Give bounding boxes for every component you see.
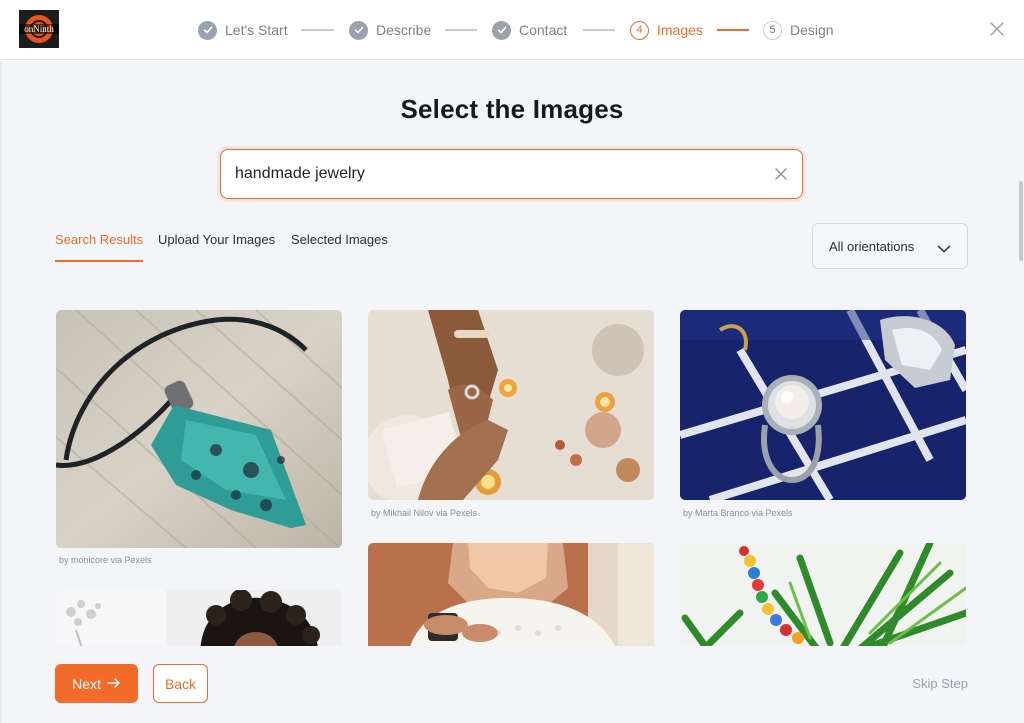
clear-search-icon[interactable]: [774, 167, 788, 181]
close-icon[interactable]: [988, 20, 1006, 38]
check-icon: [198, 20, 217, 40]
check-icon: [492, 20, 511, 40]
step-connector: [717, 29, 749, 31]
scrollbar-thumb[interactable]: [1019, 181, 1023, 261]
tab-search-results[interactable]: Search Results: [55, 232, 144, 262]
step-label: Contact: [519, 22, 568, 38]
step-connector: [445, 29, 477, 31]
step-label: Describe: [376, 22, 432, 38]
image-card-woman-curly-hair[interactable]: [56, 590, 342, 646]
image-credit: by Mikhail Nilov via Pexels: [371, 508, 478, 518]
image-gallery: by monicore via Pexels by Mikhail Nilov …: [56, 310, 968, 646]
step-contact[interactable]: Contact: [492, 19, 567, 41]
tab-upload-images[interactable]: Upload Your Images: [158, 232, 275, 262]
step-label: Let's Start: [225, 22, 288, 38]
step-design[interactable]: 5 Design: [763, 19, 834, 41]
brand-logo[interactable]: onNinth: [19, 10, 59, 48]
next-button[interactable]: Next: [55, 664, 138, 703]
check-icon: [349, 20, 368, 40]
arrow-right-icon: [107, 676, 121, 692]
orientation-select[interactable]: All orientations: [812, 223, 968, 269]
step-lets-start[interactable]: Let's Start: [198, 19, 288, 41]
image-credit: by Marta Branco via Pexels: [683, 508, 793, 518]
tab-selected-images[interactable]: Selected Images: [291, 232, 388, 262]
back-button[interactable]: Back: [153, 664, 208, 703]
image-card-hands-rings[interactable]: [368, 310, 654, 500]
step-images[interactable]: 4 Images: [630, 19, 703, 41]
step-label: Images: [657, 22, 703, 38]
orientation-value: All orientations: [829, 239, 915, 254]
search-box: [220, 149, 803, 199]
chevron-down-icon: [937, 241, 951, 253]
top-bar: onNinth Let's Start Describe Contact 4 I…: [0, 0, 1024, 60]
step-describe[interactable]: Describe: [349, 19, 431, 41]
page-title: Select the Images: [400, 94, 624, 124]
image-card-pendant[interactable]: [56, 310, 342, 548]
step-connector: [301, 29, 334, 31]
step-label: Design: [790, 22, 834, 38]
next-button-label: Next: [72, 675, 101, 692]
brand-logo-text: onNinth: [19, 24, 59, 34]
image-credit: by monicore via Pexels: [59, 555, 152, 565]
image-card-beaded-bracelet[interactable]: [680, 543, 966, 646]
scrollbar[interactable]: [1018, 61, 1024, 723]
step-connector: [583, 29, 615, 31]
skip-step-link[interactable]: Skip Step: [912, 676, 968, 691]
image-card-woman-hijab[interactable]: [368, 543, 654, 646]
image-card-pearl-ring[interactable]: [680, 310, 966, 500]
search-input[interactable]: [235, 160, 755, 188]
step-number: 4: [630, 20, 649, 40]
step-number: 5: [763, 20, 782, 40]
